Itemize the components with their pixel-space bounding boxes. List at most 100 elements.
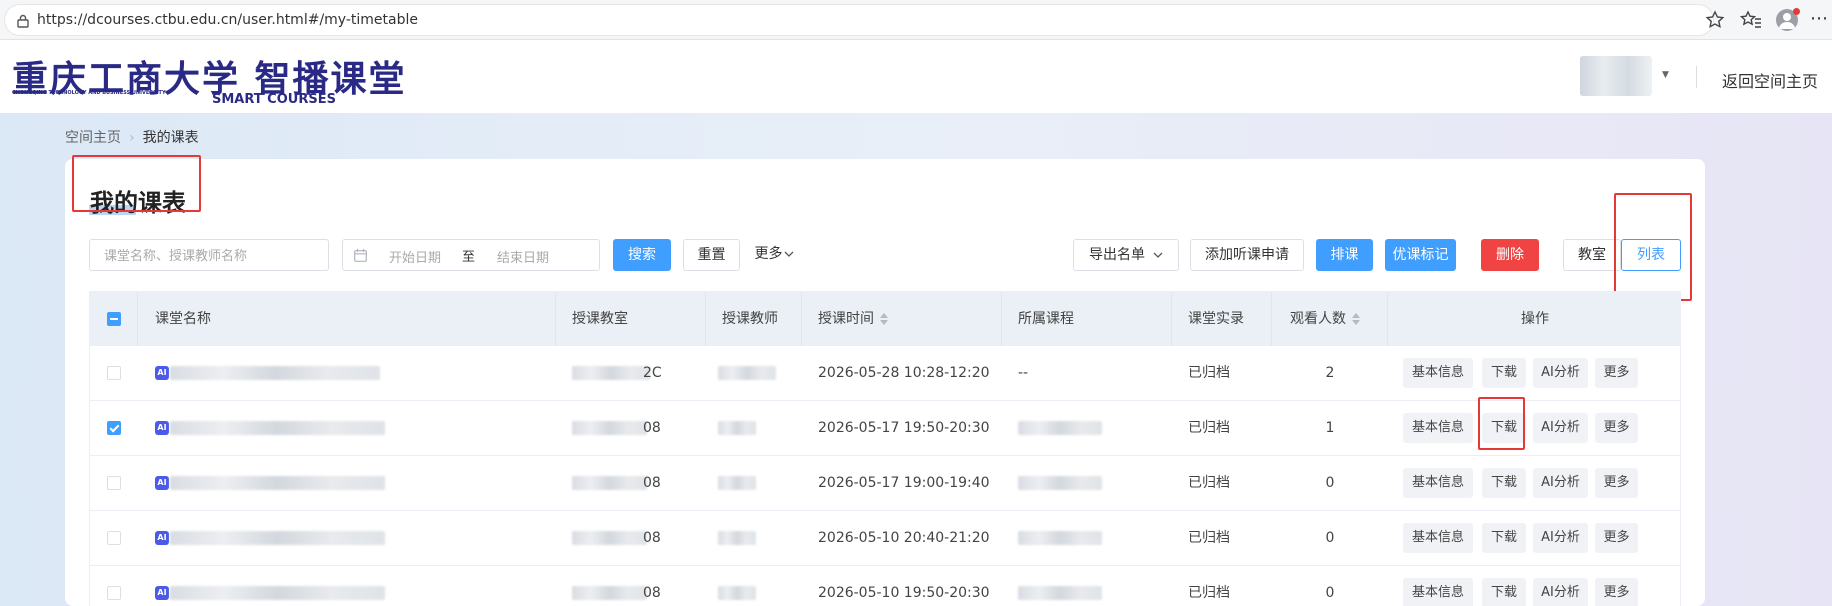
date-end-field[interactable]: 结束日期 xyxy=(497,247,549,266)
more-actions-button[interactable]: 更多 xyxy=(1595,413,1638,443)
search-input[interactable] xyxy=(89,239,329,271)
record-status: 已归档 xyxy=(1188,530,1230,546)
row-checkbox[interactable] xyxy=(107,531,121,545)
more-actions-button[interactable]: 更多 xyxy=(1595,523,1638,553)
notification-dot xyxy=(1793,8,1800,15)
breadcrumb-current: 我的课表 xyxy=(142,130,199,146)
more-menu-icon[interactable]: ⋯ xyxy=(1810,8,1829,29)
course-name-redacted[interactable] xyxy=(170,476,385,490)
user-avatar[interactable] xyxy=(1580,56,1652,96)
more-filters-button[interactable]: 更多 xyxy=(751,239,797,271)
teacher-redacted xyxy=(718,421,756,435)
course-name-redacted[interactable] xyxy=(170,586,385,600)
header-course: 所属课程 xyxy=(1002,292,1172,347)
row-checkbox[interactable] xyxy=(107,586,121,600)
view-classroom-toggle[interactable]: 教室 xyxy=(1563,239,1621,271)
schedule-button[interactable]: 排课 xyxy=(1316,239,1373,271)
quality-mark-button[interactable]: 优课标记 xyxy=(1385,239,1456,271)
header-time[interactable]: 授课时间 xyxy=(802,292,1002,347)
address-bar[interactable]: https://dcourses.ctbu.edu.cn/user.html#/… xyxy=(4,4,1714,36)
table-row[interactable]: AI 08 2026-05-10 19:50-20:30 已归档 0 基本信息 下载 AI分析… xyxy=(90,566,1680,606)
room-redacted xyxy=(572,531,647,545)
record-status: 已归档 xyxy=(1188,365,1230,381)
viewer-count: 1 xyxy=(1325,420,1335,436)
chevron-down-icon xyxy=(1153,252,1163,258)
header-viewers[interactable]: 观看人数 xyxy=(1272,292,1388,347)
row-checkbox[interactable] xyxy=(107,366,121,380)
date-range-picker[interactable]: 开始日期 至 结束日期 xyxy=(342,239,600,271)
add-audit-request-button[interactable]: 添加听课申请 xyxy=(1190,239,1304,271)
download-button[interactable]: 下载 xyxy=(1482,578,1526,606)
download-button[interactable]: 下载 xyxy=(1482,523,1526,553)
header-divider xyxy=(1696,66,1697,88)
course-name-redacted[interactable] xyxy=(170,531,385,545)
export-list-dropdown[interactable]: 导出名单 xyxy=(1073,239,1179,271)
ai-badge-icon: AI xyxy=(155,421,169,435)
ai-analysis-button[interactable]: AI分析 xyxy=(1533,358,1588,388)
more-actions-button[interactable]: 更多 xyxy=(1595,578,1638,606)
table-row[interactable]: AI 2C 2026-05-28 10:28-12:20 -- 已归档 2 基本信息 下载 AI… xyxy=(90,346,1680,401)
chevron-down-icon[interactable]: ▼ xyxy=(1662,70,1669,80)
header-ops: 操作 xyxy=(1521,311,1549,327)
search-button[interactable]: 搜索 xyxy=(613,239,671,271)
basic-info-button[interactable]: 基本信息 xyxy=(1403,578,1473,606)
ai-analysis-button[interactable]: AI分析 xyxy=(1533,468,1588,498)
reset-button[interactable]: 重置 xyxy=(683,239,740,271)
viewer-count: 2 xyxy=(1325,365,1335,381)
row-checkbox[interactable] xyxy=(107,476,121,490)
table-row[interactable]: AI 08 2026-05-10 20:40-21:20 已归档 0 基本信息 下载 AI分析… xyxy=(90,511,1680,566)
header-teacher: 授课教师 xyxy=(706,292,802,347)
more-actions-button[interactable]: 更多 xyxy=(1595,468,1638,498)
select-all-checkbox[interactable] xyxy=(107,312,121,326)
sort-icon[interactable] xyxy=(880,313,888,325)
class-time: 2026-05-17 19:50-20:30 xyxy=(818,420,990,436)
breadcrumb: 空间主页 › 我的课表 xyxy=(65,127,199,147)
ai-analysis-button[interactable]: AI分析 xyxy=(1533,578,1588,606)
row-checkbox[interactable] xyxy=(107,421,121,435)
more-filters-label: 更多 xyxy=(754,246,783,262)
course-name: -- xyxy=(1018,365,1029,381)
date-start-field[interactable]: 开始日期 xyxy=(389,247,441,266)
course-name-redacted[interactable] xyxy=(170,421,385,435)
table-row[interactable]: AI 08 2026-05-17 19:50-20:30 已归档 1 基本信息 下载 AI分析… xyxy=(90,401,1680,456)
teacher-redacted xyxy=(718,366,776,380)
back-to-space-link[interactable]: 返回空间主页 xyxy=(1722,68,1818,92)
room-suffix: 08 xyxy=(643,585,661,601)
table-header: 课堂名称 授课教室 授课教师 授课时间 所属课程 课堂实录 观看人数 操作 xyxy=(90,291,1680,347)
delete-button[interactable]: 删除 xyxy=(1481,239,1539,271)
room-redacted xyxy=(572,586,647,600)
class-time: 2026-05-17 19:00-19:40 xyxy=(818,475,990,491)
course-name-redacted[interactable] xyxy=(170,366,380,380)
header-room: 授课教室 xyxy=(556,292,706,347)
basic-info-button[interactable]: 基本信息 xyxy=(1403,413,1473,443)
record-status: 已归档 xyxy=(1188,475,1230,491)
table-row[interactable]: AI 08 2026-05-17 19:00-19:40 已归档 0 基本信息 下载 AI分析… xyxy=(90,456,1680,511)
annotation-box-title xyxy=(72,155,201,212)
site-header: 重庆工商大学 智播课堂 CHONGQING TECHNOLOGY AND BUS… xyxy=(0,40,1832,113)
url-text[interactable]: https://dcourses.ctbu.edu.cn/user.html#/… xyxy=(37,12,418,28)
basic-info-button[interactable]: 基本信息 xyxy=(1403,358,1473,388)
lock-icon xyxy=(17,14,29,28)
logo-english-product: SMART COURSES xyxy=(212,92,336,107)
teacher-redacted xyxy=(718,531,756,545)
download-button[interactable]: 下载 xyxy=(1482,358,1526,388)
course-redacted xyxy=(1018,586,1102,600)
download-button[interactable]: 下载 xyxy=(1482,468,1526,498)
breadcrumb-home[interactable]: 空间主页 xyxy=(65,130,121,146)
university-logo[interactable]: 重庆工商大学 智播课堂 CHONGQING TECHNOLOGY AND BUS… xyxy=(0,50,405,107)
viewer-count: 0 xyxy=(1325,530,1335,546)
favorites-icon[interactable] xyxy=(1740,10,1762,30)
ai-analysis-button[interactable]: AI分析 xyxy=(1533,523,1588,553)
viewer-count: 0 xyxy=(1325,475,1335,491)
room-suffix: 08 xyxy=(643,475,661,491)
basic-info-button[interactable]: 基本信息 xyxy=(1403,523,1473,553)
star-icon[interactable] xyxy=(1705,10,1725,30)
ai-badge-icon: AI xyxy=(155,586,169,600)
header-record: 课堂实录 xyxy=(1172,292,1272,347)
logo-english-university: CHONGQING TECHNOLOGY AND BUSINESS UNIVER… xyxy=(12,90,166,96)
basic-info-button[interactable]: 基本信息 xyxy=(1403,468,1473,498)
course-redacted xyxy=(1018,531,1102,545)
more-actions-button[interactable]: 更多 xyxy=(1595,358,1638,388)
ai-analysis-button[interactable]: AI分析 xyxy=(1533,413,1588,443)
sort-icon[interactable] xyxy=(1352,313,1360,325)
